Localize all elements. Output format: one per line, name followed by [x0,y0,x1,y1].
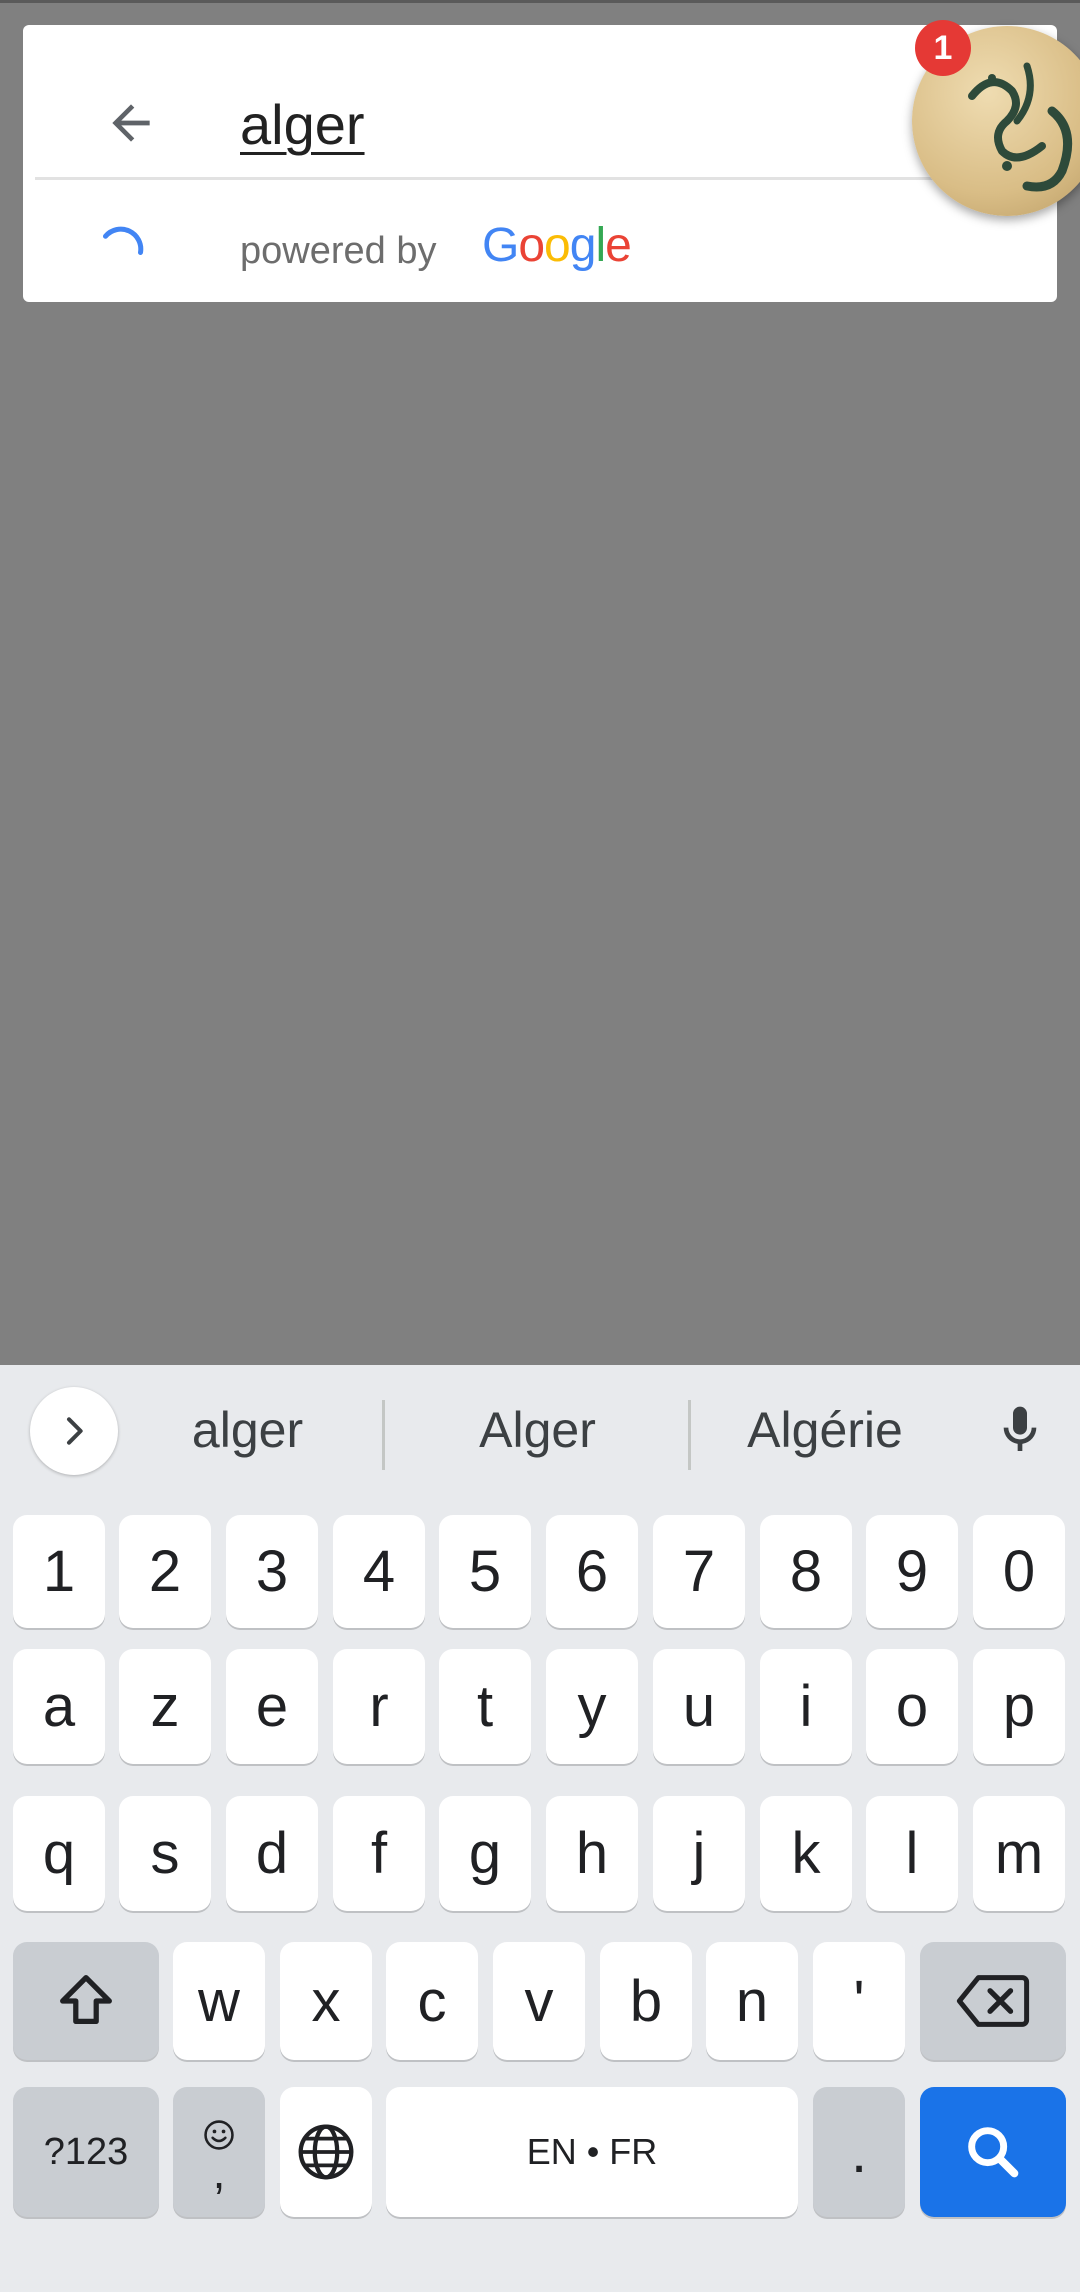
key-p[interactable]: p [973,1649,1065,1764]
key-f[interactable]: f [333,1796,425,1911]
soft-keyboard: alger Alger Algérie 1 2 3 4 5 6 7 8 9 0 … [0,1365,1080,2292]
key-0[interactable]: 0 [973,1515,1065,1628]
key-9[interactable]: 9 [866,1515,958,1628]
suggestion-3[interactable]: Algérie [715,1395,935,1465]
key-x[interactable]: x [280,1942,372,2060]
key-7[interactable]: 7 [653,1515,745,1628]
key-h[interactable]: h [546,1796,638,1911]
comma-label: , [212,2146,226,2198]
search-icon [968,2127,1019,2178]
arrow-back-icon [111,103,150,142]
key-8[interactable]: 8 [760,1515,852,1628]
chevron-right-icon [67,1417,83,1445]
suggestion-divider [688,1400,691,1470]
loading-spinner-icon [103,226,144,255]
symbols-key[interactable]: ?123 [13,2087,159,2217]
search-input[interactable]: alger [240,85,365,165]
key-2[interactable]: 2 [119,1515,211,1628]
microphone-icon [1003,1406,1037,1451]
shift-key[interactable] [13,1942,159,2060]
key-w[interactable]: w [173,1942,265,2060]
backspace-icon [956,1975,1030,2027]
key-5[interactable]: 5 [439,1515,531,1628]
voice-input-button[interactable] [985,1395,1055,1465]
space-key[interactable]: EN • FR [386,2087,798,2217]
key-z[interactable]: z [119,1649,211,1764]
key-4[interactable]: 4 [333,1515,425,1628]
key-s[interactable]: s [119,1796,211,1911]
key-g[interactable]: g [439,1796,531,1911]
key-c[interactable]: c [386,1942,478,2060]
divider [35,177,1045,180]
expand-toolbar-button[interactable] [30,1387,118,1475]
language-switch-key[interactable] [280,2087,372,2217]
key-k[interactable]: k [760,1796,852,1911]
emoji-comma-key[interactable]: , [173,2087,265,2217]
back-button[interactable] [83,80,178,165]
navigation-bar [0,2250,1080,2292]
shift-icon [60,1975,112,2025]
key-y[interactable]: y [546,1649,638,1764]
search-enter-key[interactable] [920,2087,1066,2217]
key-u[interactable]: u [653,1649,745,1764]
suggestion-divider [382,1400,385,1470]
key-3[interactable]: 3 [226,1515,318,1628]
suggestion-1[interactable]: alger [140,1395,355,1465]
google-logo: Google [482,219,632,272]
key-a[interactable]: a [13,1649,105,1764]
suggestion-2[interactable]: Alger [410,1395,665,1465]
key-j[interactable]: j [653,1796,745,1911]
key-i[interactable]: i [760,1649,852,1764]
key-q[interactable]: q [13,1796,105,1911]
notification-badge: 1 [915,20,971,76]
key-o[interactable]: o [866,1649,958,1764]
key-6[interactable]: 6 [546,1515,638,1628]
status-strip [0,0,1080,3]
key-d[interactable]: d [226,1796,318,1911]
key-v[interactable]: v [493,1942,585,2060]
search-card: alger powered by Google [23,25,1057,302]
backspace-key[interactable] [920,1942,1066,2060]
key-n[interactable]: n [706,1942,798,2060]
key-1[interactable]: 1 [13,1515,105,1628]
powered-by-label: powered by [240,230,437,272]
key-t[interactable]: t [439,1649,531,1764]
suggestion-strip: alger Alger Algérie [0,1365,1080,1500]
key-e[interactable]: e [226,1649,318,1764]
globe-icon [298,2124,354,2180]
period-key[interactable]: . [813,2087,905,2217]
key-r[interactable]: r [333,1649,425,1764]
key-b[interactable]: b [600,1942,692,2060]
key-l[interactable]: l [866,1796,958,1911]
key-apostrophe[interactable]: ' [813,1942,905,2060]
key-m[interactable]: m [973,1796,1065,1911]
